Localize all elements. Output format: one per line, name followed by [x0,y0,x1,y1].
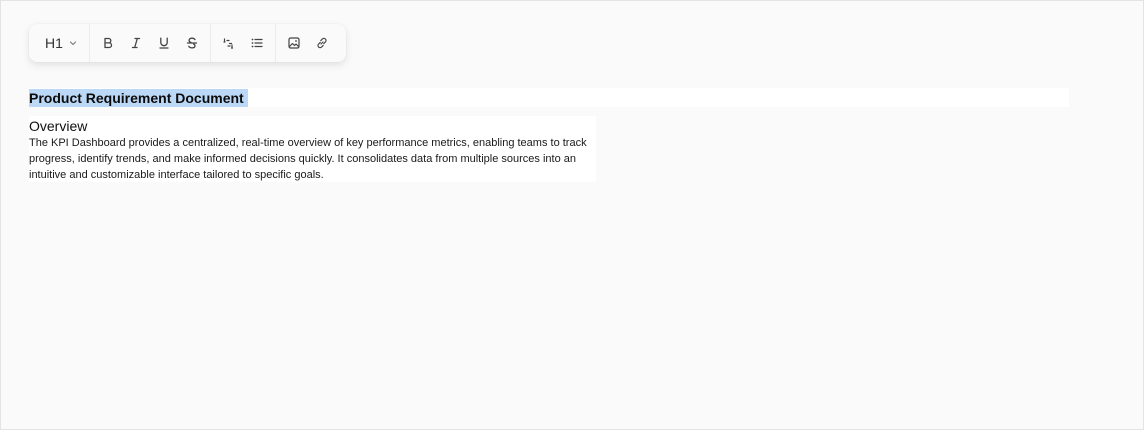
bullet-list-icon [250,36,264,50]
section-paragraph[interactable]: The KPI Dashboard provides a centralized… [29,135,589,183]
strikethrough-icon [185,36,199,50]
ordered-list-button[interactable] [215,29,243,57]
strikethrough-button[interactable] [178,29,206,57]
link-button[interactable] [308,29,336,57]
heading-level-dropdown[interactable]: H1 [29,24,89,62]
insert-group [276,24,340,62]
formatting-toolbar: H1 [29,24,346,62]
italic-button[interactable] [122,29,150,57]
italic-icon [129,36,143,50]
bullet-list-button[interactable] [243,29,271,57]
bold-button[interactable] [94,29,122,57]
text-format-group [90,24,210,62]
bold-icon [101,36,115,50]
list-group [211,24,275,62]
heading-level-label: H1 [45,35,63,51]
image-button[interactable] [280,29,308,57]
editor-window [0,0,1144,430]
image-icon [287,36,301,50]
underline-icon [157,36,171,50]
heading-group: H1 [29,24,89,62]
link-icon [315,36,329,50]
document-title[interactable]: Product Requirement Document [29,89,248,107]
chevron-down-icon [69,39,77,47]
underline-button[interactable] [150,29,178,57]
section-heading[interactable]: Overview [29,117,87,135]
ordered-list-icon [222,36,236,50]
